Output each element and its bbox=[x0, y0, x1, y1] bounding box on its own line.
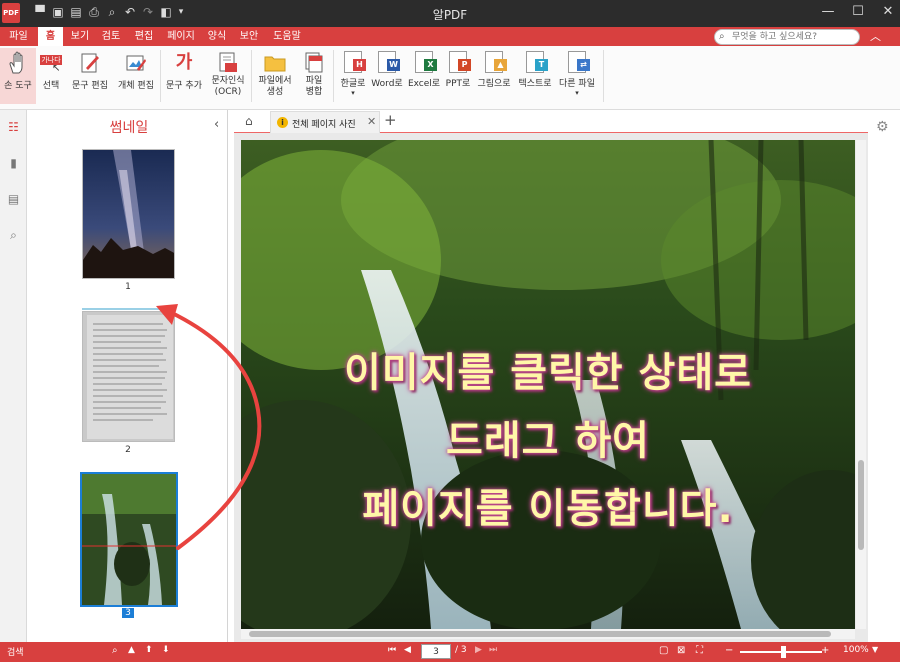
last-page-icon[interactable]: ⏭ bbox=[489, 645, 497, 655]
zoom-dropdown-icon[interactable]: ▼ bbox=[872, 645, 878, 654]
prev-page-icon[interactable]: ◀ bbox=[404, 645, 411, 655]
find-icon[interactable]: ⌕ bbox=[112, 645, 118, 656]
zoom-slider-handle[interactable] bbox=[781, 646, 786, 658]
total-pages-label: / 3 bbox=[455, 645, 467, 655]
find-prev-icon[interactable]: ▲ bbox=[128, 645, 135, 655]
status-search-label: 검색 bbox=[7, 648, 24, 658]
zoom-level[interactable]: 100% bbox=[843, 645, 869, 655]
find-down-icon[interactable]: ⬇ bbox=[162, 645, 170, 655]
next-page-icon[interactable]: ▶ bbox=[475, 645, 482, 655]
first-page-icon[interactable]: ⏮ bbox=[388, 645, 396, 655]
zoom-out-icon[interactable]: − bbox=[725, 645, 733, 656]
status-bar: 검색 ⌕ ▲ ⬆ ⬇ ⏮ ◀ 3 / 3 ▶ ⏭ ▢ ⊠ ⛶ − + 100% … bbox=[0, 642, 900, 662]
single-page-view-icon[interactable]: ▢ bbox=[659, 645, 668, 656]
fit-width-icon[interactable]: ⛶ bbox=[696, 645, 703, 656]
find-up-icon[interactable]: ⬆ bbox=[145, 645, 153, 655]
zoom-in-icon[interactable]: + bbox=[821, 645, 829, 656]
drag-arrow-annotation bbox=[156, 304, 262, 550]
fit-page-icon[interactable]: ⊠ bbox=[677, 645, 685, 656]
current-page-input[interactable]: 3 bbox=[421, 644, 451, 659]
